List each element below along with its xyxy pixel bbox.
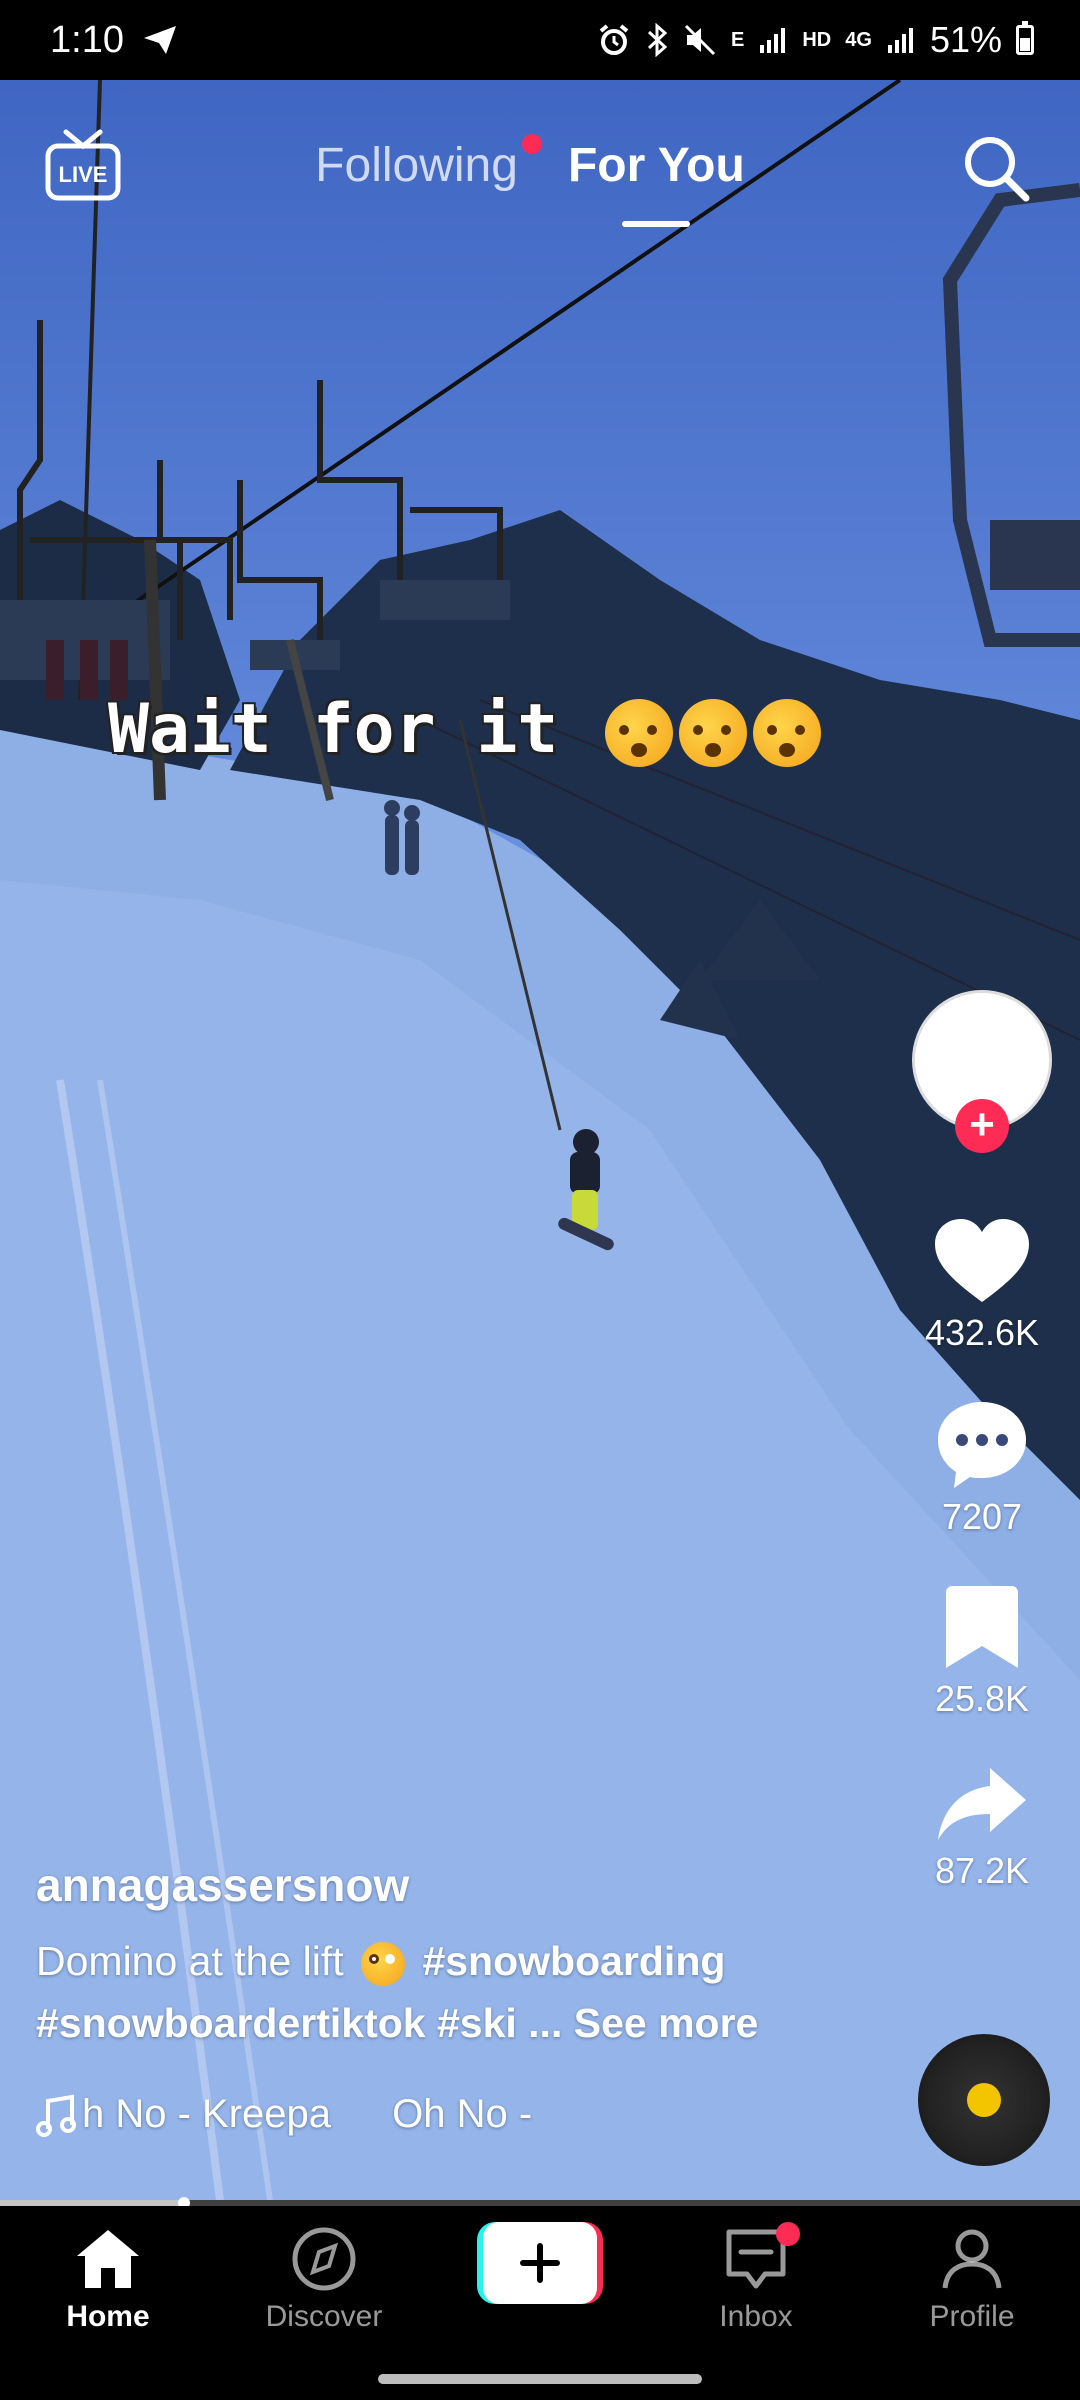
feed-tabs: Following For You bbox=[0, 134, 1080, 227]
music-title-repeat: Oh No - bbox=[392, 2092, 533, 2136]
exploding-head-emoji bbox=[753, 699, 822, 768]
nav-profile[interactable]: Profile bbox=[882, 2226, 1062, 2334]
overlay-caption: Wait for it bbox=[108, 690, 559, 769]
network-type-e: E bbox=[731, 28, 745, 51]
battery-percent: 51% bbox=[929, 19, 1002, 60]
post-caption: Domino at the lift #snowboarding #snowbo… bbox=[36, 1930, 856, 2054]
caption-text: Domino at the lift bbox=[36, 1938, 344, 1984]
music-ticker[interactable]: h No - Kreepa Oh No - bbox=[36, 2092, 636, 2137]
bookmark-count: 25.8K bbox=[934, 1678, 1030, 1719]
send-icon bbox=[142, 20, 178, 60]
comment-button[interactable]: 7207 bbox=[934, 1398, 1030, 1538]
sound-disc-button[interactable] bbox=[918, 2034, 1050, 2166]
nav-profile-label: Profile bbox=[929, 2300, 1015, 2333]
tab-following[interactable]: Following bbox=[315, 134, 542, 193]
compass-icon bbox=[292, 2227, 356, 2291]
active-tab-indicator bbox=[622, 221, 691, 227]
video-overlay-text: Wait for it bbox=[108, 690, 822, 769]
share-button[interactable]: 87.2K bbox=[934, 1764, 1030, 1892]
signal-icon-2 bbox=[886, 20, 916, 60]
nav-discover-label: Discover bbox=[265, 2300, 383, 2333]
nav-inbox[interactable]: Inbox bbox=[666, 2222, 846, 2334]
share-arrow-icon bbox=[938, 1768, 1026, 1840]
create-plus-icon bbox=[477, 2222, 603, 2304]
follow-plus-button[interactable]: + bbox=[955, 1099, 1009, 1153]
action-rail: + 432.6K 7207 25.8K 87.2K bbox=[912, 990, 1052, 1892]
signal-icon bbox=[758, 20, 788, 60]
post-info: annagassersnow Domino at the lift #snowb… bbox=[36, 1858, 856, 2137]
nav-home-label: Home bbox=[66, 2300, 150, 2333]
inbox-notification-dot bbox=[776, 2222, 800, 2246]
notification-dot bbox=[521, 134, 542, 154]
disc-center bbox=[967, 2083, 1001, 2117]
caption-hashtags[interactable]: #snowboardertiktok #ski ... bbox=[36, 2000, 562, 2046]
creator-username[interactable]: annagassersnow bbox=[36, 1858, 856, 1912]
music-note-icon bbox=[36, 2094, 76, 2137]
nav-home[interactable]: Home bbox=[18, 2226, 198, 2334]
top-bar: LIVE Following For You bbox=[0, 80, 1080, 250]
flushed-face-emoji bbox=[361, 1942, 406, 1987]
create-button[interactable] bbox=[477, 2222, 603, 2304]
home-indicator bbox=[378, 2374, 702, 2384]
tab-following-label: Following bbox=[315, 139, 518, 192]
bottom-nav: Home Discover Inbox Profile bbox=[0, 2206, 1080, 2400]
search-icon bbox=[965, 137, 1030, 202]
bookmark-button[interactable]: 25.8K bbox=[935, 1582, 1029, 1720]
exploding-head-emoji bbox=[679, 699, 748, 768]
like-button[interactable]: 432.6K bbox=[925, 1216, 1039, 1354]
home-icon bbox=[77, 2230, 139, 2288]
comment-icon bbox=[938, 1402, 1026, 1488]
like-count: 432.6K bbox=[924, 1312, 1040, 1353]
tab-for-you[interactable]: For You bbox=[567, 138, 745, 227]
tab-for-you-label: For You bbox=[567, 139, 745, 192]
alarm-icon bbox=[597, 20, 631, 60]
status-bar: 1:10 E HD 4G 51% bbox=[0, 0, 1080, 80]
search-button[interactable] bbox=[960, 132, 1032, 204]
bookmark-icon bbox=[945, 1586, 1018, 1668]
hd-label: HD bbox=[802, 28, 832, 51]
exploding-head-emoji bbox=[605, 699, 674, 768]
bluetooth-icon bbox=[645, 20, 669, 60]
heart-icon bbox=[934, 1219, 1029, 1302]
4g-label: 4G bbox=[845, 28, 872, 51]
comment-count: 7207 bbox=[941, 1496, 1023, 1537]
creator-avatar[interactable]: + bbox=[912, 990, 1052, 1153]
profile-icon bbox=[942, 2229, 1002, 2289]
music-title: h No - Kreepa bbox=[82, 2092, 332, 2136]
status-time: 1:10 bbox=[50, 18, 124, 61]
battery-icon bbox=[1016, 21, 1034, 55]
nav-inbox-label: Inbox bbox=[719, 2300, 793, 2333]
share-count: 87.2K bbox=[934, 1850, 1030, 1891]
see-more-link[interactable]: See more bbox=[574, 2000, 759, 2046]
mute-icon bbox=[683, 20, 717, 60]
nav-discover[interactable]: Discover bbox=[234, 2226, 414, 2334]
hashtag-snowboarding[interactable]: #snowboarding bbox=[422, 1938, 725, 1984]
